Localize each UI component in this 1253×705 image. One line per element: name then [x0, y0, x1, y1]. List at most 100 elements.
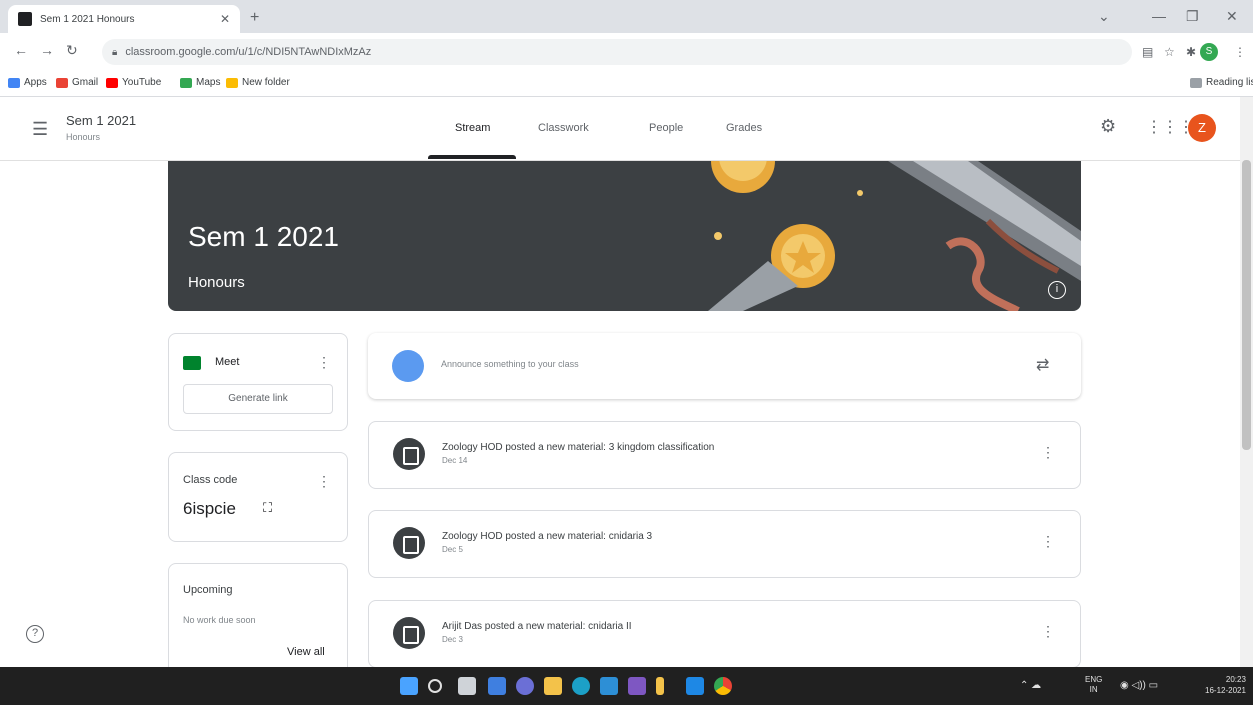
scrollbar-thumb[interactable]: [1242, 160, 1251, 450]
bookmark-label: New folder: [242, 77, 290, 88]
region-code: IN: [1089, 685, 1098, 694]
class-name[interactable]: Sem 1 2021: [66, 113, 136, 128]
back-icon[interactable]: ←: [14, 42, 28, 58]
windows-taskbar: ⌃ ☁ ENG IN ◉ ◁)) ▭ 20:23 16-12-2021: [0, 667, 1253, 705]
post-title: Zoology HOD posted a new material: 3 kin…: [442, 442, 715, 453]
tab-stream[interactable]: Stream: [455, 122, 490, 134]
widgets-icon[interactable]: [488, 677, 506, 695]
profile-avatar[interactable]: S: [1200, 43, 1218, 61]
meet-card: Meet ⋮ Generate link: [168, 333, 348, 431]
lightning-icon[interactable]: [656, 677, 664, 695]
material-icon: [393, 527, 425, 559]
list-item[interactable]: Zoology HOD posted a new material: 3 kin…: [368, 421, 1081, 489]
material-icon: [393, 617, 425, 649]
post-more-icon[interactable]: ⋮: [1041, 623, 1055, 640]
post-more-icon[interactable]: ⋮: [1041, 533, 1055, 550]
clock-date: 16-12-2021: [1205, 686, 1246, 695]
bookmark-maps[interactable]: Maps: [180, 77, 220, 88]
active-tab-indicator: [428, 155, 516, 159]
task-view-icon[interactable]: [458, 677, 476, 695]
meet-label: Meet: [215, 356, 240, 368]
language-code: ENG: [1085, 675, 1103, 684]
clock-time: 20:23: [1225, 675, 1246, 684]
app-icon[interactable]: [628, 677, 646, 695]
post-title: Zoology HOD posted a new material: cnida…: [442, 531, 653, 542]
help-icon[interactable]: ?: [26, 625, 44, 643]
bookmarks-bar: Apps Gmail YouTube Maps New folder Readi…: [0, 71, 1253, 97]
post-date: Dec 14: [442, 456, 468, 465]
meet-more-icon[interactable]: ⋮: [317, 354, 331, 371]
post-date: Dec 5: [442, 545, 463, 554]
teams-chat-icon[interactable]: [516, 677, 534, 695]
info-icon[interactable]: i: [1048, 281, 1066, 299]
tab-people[interactable]: People: [649, 122, 683, 134]
bookmark-gmail[interactable]: Gmail: [56, 77, 98, 88]
bookmark-label: Gmail: [72, 77, 99, 88]
store-icon[interactable]: [600, 677, 618, 695]
google-apps-icon[interactable]: ⋮⋮⋮: [1146, 117, 1194, 137]
tray-icons[interactable]: ⌃ ☁: [1020, 680, 1041, 691]
classroom-header: ☰ Sem 1 2021 Honours Stream Classwork Pe…: [0, 97, 1240, 161]
windows-start-icon[interactable]: [400, 677, 418, 695]
maximize-icon[interactable]: ❐: [1186, 8, 1199, 25]
post-date: Dec 3: [442, 635, 463, 644]
url-text: classroom.google.com/u/1/c/NDI5NTAwNDIxM…: [125, 46, 372, 58]
close-tab-icon[interactable]: ✕: [220, 12, 230, 26]
file-explorer-icon[interactable]: [544, 677, 562, 695]
language-indicator[interactable]: ENG IN: [1085, 675, 1102, 695]
search-icon[interactable]: [428, 679, 442, 693]
forward-icon[interactable]: →: [40, 42, 54, 58]
edge-icon[interactable]: [572, 677, 590, 695]
list-item[interactable]: Zoology HOD posted a new material: cnida…: [368, 510, 1081, 578]
class-code-value: 6ispcie: [183, 499, 236, 518]
banner-subtitle: Honours: [188, 274, 245, 291]
bookmark-youtube[interactable]: YouTube: [106, 77, 161, 88]
network-volume-battery-icons[interactable]: ◉ ◁)) ▭: [1120, 680, 1158, 691]
class-code-card: Class code ⋮ 6ispcie ⛶: [168, 452, 348, 542]
view-all-link[interactable]: View all: [287, 646, 325, 658]
announce-box[interactable]: Announce something to your class ⇄: [368, 333, 1081, 399]
upcoming-label: Upcoming: [183, 584, 233, 596]
material-icon: [393, 438, 425, 470]
class-code-more-icon[interactable]: ⋮: [317, 473, 331, 490]
settings-gear-icon[interactable]: ⚙: [1100, 116, 1116, 137]
clock[interactable]: 20:23 16-12-2021: [1205, 674, 1246, 696]
close-window-icon[interactable]: ✕: [1226, 8, 1238, 25]
chrome-menu-icon[interactable]: ⋮: [1234, 45, 1246, 59]
browser-tab[interactable]: Sem 1 2021 Honours ✕: [8, 5, 240, 33]
gmail-icon: [56, 77, 68, 88]
upcoming-empty-text: No work due soon: [183, 615, 256, 625]
reader-icon[interactable]: ▤: [1142, 45, 1153, 59]
list-item[interactable]: Arijit Das posted a new material: cnidar…: [368, 600, 1081, 668]
app-icon[interactable]: [686, 677, 704, 695]
bookmark-star-icon[interactable]: ☆: [1164, 45, 1175, 59]
banner-title: Sem 1 2021: [188, 221, 339, 252]
address-bar[interactable]: 🔒︎ classroom.google.com/u/1/c/NDI5NTAwND…: [102, 39, 1132, 65]
chrome-icon[interactable]: [714, 677, 732, 695]
address-row: ← → ↻ 🔒︎ classroom.google.com/u/1/c/NDI5…: [0, 33, 1253, 71]
fullscreen-icon[interactable]: ⛶: [263, 500, 272, 516]
reading-list-icon: [1190, 77, 1202, 88]
announce-placeholder: Announce something to your class: [441, 359, 579, 369]
tab-grades[interactable]: Grades: [726, 122, 762, 134]
browser-tab-strip: Sem 1 2021 Honours ✕ + ⌄ — ❐ ✕: [0, 0, 1253, 33]
extensions-icon[interactable]: ✱: [1186, 45, 1196, 59]
bookmark-new-folder[interactable]: New folder: [226, 77, 290, 88]
bookmark-apps[interactable]: Apps: [8, 77, 47, 88]
browser-tab-title: Sem 1 2021 Honours: [40, 13, 135, 25]
repost-icon[interactable]: ⇄: [1036, 355, 1049, 375]
apps-icon: [8, 77, 20, 88]
reading-list[interactable]: Reading list: [1190, 77, 1253, 88]
tab-search-icon[interactable]: ⌄: [1098, 8, 1110, 25]
reload-icon[interactable]: ↻: [66, 42, 78, 59]
upcoming-card: Upcoming No work due soon View all: [168, 563, 348, 683]
generate-link-button[interactable]: Generate link: [183, 384, 333, 414]
user-avatar[interactable]: Z: [1188, 114, 1216, 142]
post-more-icon[interactable]: ⋮: [1041, 444, 1055, 461]
minimize-icon[interactable]: —: [1152, 8, 1166, 24]
bookmark-label: Maps: [196, 77, 221, 88]
tab-classwork[interactable]: Classwork: [538, 122, 589, 134]
hamburger-menu-icon[interactable]: ☰: [32, 119, 48, 140]
new-tab-icon[interactable]: +: [250, 9, 259, 27]
folder-icon: [226, 77, 238, 88]
